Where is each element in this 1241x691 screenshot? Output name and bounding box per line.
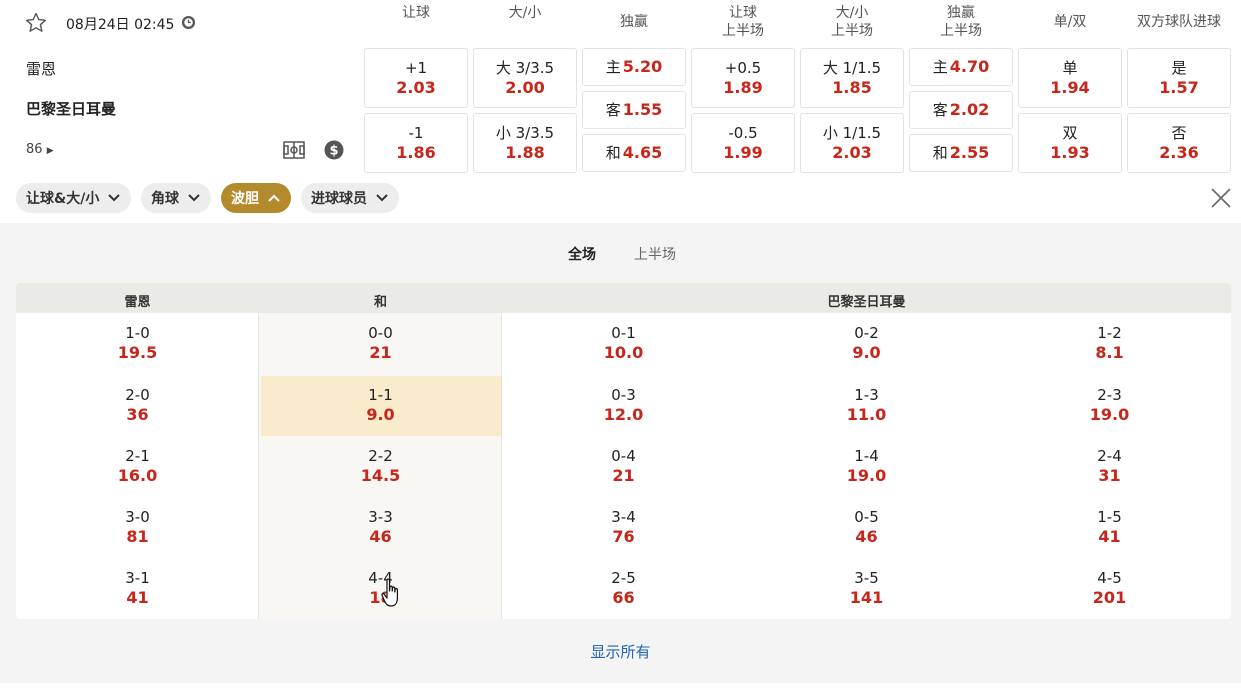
score-cell[interactable]: 2-5 66 [502,568,745,624]
score-cell[interactable]: 1-5 41 [988,507,1231,563]
score-cell[interactable]: 2-4 31 [988,446,1231,502]
odds-cell[interactable]: -0.5 1.99 [691,113,795,173]
col-header-win: 独赢 [620,14,648,30]
header-away: 巴黎圣日耳曼 [827,295,906,310]
col-header-handicap-1h: 让球 上半场 [722,5,764,39]
score-cell[interactable]: 0-2 9.0 [745,323,988,379]
odds-cell[interactable]: -1 1.86 [364,113,468,173]
score-cell[interactable]: 1-3 11.0 [745,385,988,441]
svg-text:$: $ [329,144,338,159]
score-cell[interactable]: 3-0 81 [16,507,259,563]
odds-cell[interactable]: 大 1/1.5 1.85 [800,48,904,108]
odds-cell[interactable]: 小 3/3.5 1.88 [473,113,577,173]
score-cell[interactable]: 1-1 9.0 [259,385,502,441]
odds-cell[interactable]: +0.5 1.89 [691,48,795,108]
filter-goalscorers[interactable]: 进球球员 [301,183,399,213]
odds-cell[interactable]: 和 4.65 [582,134,686,172]
odds-cell[interactable]: 否 2.36 [1127,113,1231,173]
chevron-down-icon [376,194,388,202]
dollar-icon[interactable]: $ [324,140,344,160]
header-home: 雷恩 [124,295,151,310]
odds-cell[interactable]: 主 4.70 [909,48,1013,86]
col-header-btts: 双方球队进球 [1137,14,1221,30]
chevron-down-icon [108,194,121,202]
odds-cell[interactable]: 大 3/3.5 2.00 [473,48,577,108]
score-cell[interactable]: 3-3 46 [259,507,502,563]
pitch-stats-icon[interactable] [283,141,305,159]
filter-corners[interactable]: 角球 [141,183,211,213]
header-draw: 和 [373,295,387,310]
odds-cell[interactable]: 单 1.94 [1018,48,1122,108]
col-header-total: 大/小 [508,5,542,21]
odds-cell[interactable]: 主 5.20 [582,48,686,86]
score-cell[interactable]: 0-0 21 [259,323,502,379]
score-cell[interactable]: 3-5 141 [745,568,988,624]
score-cell[interactable]: 1-0 19.5 [16,323,259,379]
home-team-name: 雷恩 [26,60,57,78]
markets-count: 86 [26,142,43,157]
col-header-handicap: 让球 [402,5,430,21]
show-all-link[interactable]: 显示所有 [0,641,1241,662]
favorite-star-icon[interactable] [24,11,48,35]
odds-cell[interactable]: 小 1/1.5 2.03 [800,113,904,173]
odds-cell[interactable]: +1 2.03 [364,48,468,108]
col-header-odd-even: 单/双 [1053,14,1087,30]
grid-header: 雷恩 和 巴黎圣日耳曼 [16,283,1231,313]
score-cell[interactable]: 3-1 41 [16,568,259,624]
score-cell[interactable]: 0-4 21 [502,446,745,502]
chevron-down-icon [188,194,200,202]
tab-first-half[interactable]: 上半场 [634,244,676,264]
col-header-win-1h: 独赢 上半场 [940,5,982,39]
correct-score-grid: 雷恩 和 巴黎圣日耳曼 1-0 19.5 2-0 36 2-1 16.0 3-0 81 … [16,283,1231,619]
close-icon[interactable] [1209,186,1233,210]
odds-cell[interactable]: 客 2.02 [909,91,1013,129]
col-header-total-1h: 大/小 上半场 [831,5,873,39]
score-cell[interactable]: 2-2 14.5 [259,446,502,502]
odds-cell[interactable]: 是 1.57 [1127,48,1231,108]
score-cell[interactable]: 2-3 19.0 [988,385,1231,441]
chevron-up-icon [268,194,280,202]
filter-handicap-total[interactable]: 让球&大/小 [16,183,132,213]
live-clock-icon [181,15,196,30]
match-datetime: 08月24日 02:45 [66,17,175,33]
odds-cell[interactable]: 双 1.93 [1018,113,1122,173]
filter-correct-score[interactable]: 波胆 [221,183,291,213]
score-cell[interactable]: 1-4 19.0 [745,446,988,502]
odds-cell[interactable]: 和 2.55 [909,134,1013,172]
score-cell[interactable]: 0-3 12.0 [502,385,745,441]
score-cell[interactable]: 2-1 16.0 [16,446,259,502]
more-markets-link[interactable]: 86 ▶ [26,142,54,157]
caret-right-icon: ▶ [46,146,54,156]
score-cell[interactable]: 2-0 36 [16,385,259,441]
page-bottom [0,683,1241,691]
score-cell[interactable]: 0-5 46 [745,507,988,563]
odds-cell[interactable]: 客 1.55 [582,91,686,129]
score-cell[interactable]: 1-2 8.1 [988,323,1231,379]
score-cell[interactable]: 0-1 10.0 [502,323,745,379]
score-cell[interactable]: 3-4 76 [502,507,745,563]
tab-full-time[interactable]: 全场 [568,244,596,264]
away-team-name: 巴黎圣日耳曼 [26,100,117,118]
score-cell[interactable]: 4-5 201 [988,568,1231,624]
hand-cursor-icon [381,578,398,607]
